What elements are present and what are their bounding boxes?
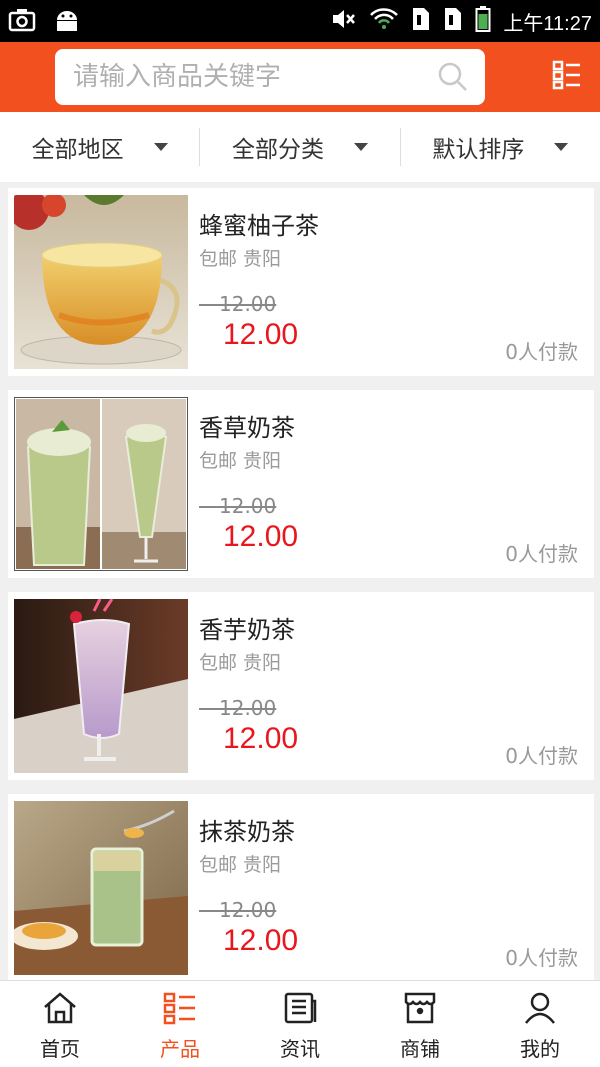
product-image[interactable] (14, 195, 188, 369)
product-card[interactable]: 香草奶茶 包邮 贵阳 —12.00 12.00 0人付款 (8, 390, 594, 578)
news-icon (282, 991, 318, 1029)
product-old-price: —12.00 (199, 494, 277, 518)
store-icon (402, 991, 438, 1029)
product-sold-count: 0人付款 (505, 340, 578, 364)
battery-icon (475, 6, 491, 36)
dropdown-arrow-icon (153, 143, 168, 151)
product-image[interactable] (14, 801, 188, 975)
wifi-icon (369, 7, 399, 35)
filter-bar: 全部地区 全部分类 默认排序 (0, 112, 600, 182)
product-old-price: —12.00 (199, 292, 277, 316)
filter-sort[interactable]: 默认排序 (399, 128, 600, 166)
nav-products[interactable]: 产品 (120, 981, 240, 1067)
screenshot-icon (8, 8, 36, 36)
sim1-icon (411, 6, 431, 36)
sim2-icon (443, 6, 463, 36)
filter-category-label: 全部分类 (231, 137, 324, 163)
product-card[interactable]: 蜂蜜柚子茶 包邮 贵阳 —12.00 12.00 0人付款 (8, 188, 594, 376)
nav-me[interactable]: 我的 (480, 981, 600, 1067)
android-icon (54, 8, 80, 36)
product-price: 12.00 (223, 924, 299, 957)
product-list-icon (162, 991, 198, 1029)
product-shipping: 包邮 贵阳 (199, 450, 282, 472)
product-shipping: 包邮 贵阳 (199, 854, 282, 876)
bottom-nav: 首页 产品 资讯 商铺 我的 (0, 980, 600, 1067)
status-bar: 上午11:27 (0, 0, 600, 42)
filter-sort-label: 默认排序 (432, 137, 525, 163)
category-menu-icon[interactable] (552, 60, 582, 94)
product-title[interactable]: 蜂蜜柚子茶 (199, 206, 319, 241)
product-list: 蜂蜜柚子茶 包邮 贵阳 —12.00 12.00 0人付款 香草奶茶 包邮 贵阳… (8, 188, 594, 996)
product-price: 12.00 (223, 520, 299, 553)
mute-icon (331, 7, 357, 35)
product-title[interactable]: 香草奶茶 (199, 408, 295, 443)
nav-store-label: 商铺 (400, 1037, 440, 1061)
home-icon (42, 991, 78, 1029)
nav-me-label: 我的 (520, 1037, 560, 1061)
nav-news[interactable]: 资讯 (240, 981, 360, 1067)
nav-products-label: 产品 (160, 1037, 200, 1061)
status-time: 上午11:27 (503, 12, 592, 35)
product-image[interactable] (14, 599, 188, 773)
filter-category[interactable]: 全部分类 (199, 128, 399, 166)
product-sold-count: 0人付款 (505, 542, 578, 566)
product-old-price: —12.00 (199, 898, 277, 922)
product-sold-count: 0人付款 (505, 744, 578, 768)
filter-region-label: 全部地区 (31, 137, 124, 163)
nav-news-label: 资讯 (280, 1037, 320, 1061)
search-input[interactable] (73, 49, 413, 105)
product-title[interactable]: 香芋奶茶 (199, 610, 295, 645)
nav-store[interactable]: 商铺 (360, 981, 480, 1067)
filter-region[interactable]: 全部地区 (0, 128, 199, 166)
search-icon[interactable] (437, 61, 469, 97)
search-box[interactable] (55, 49, 485, 105)
product-shipping: 包邮 贵阳 (199, 248, 282, 270)
product-title[interactable]: 抹茶奶茶 (199, 812, 295, 847)
product-sold-count: 0人付款 (505, 946, 578, 970)
nav-home-label: 首页 (40, 1037, 80, 1061)
product-price: 12.00 (223, 722, 299, 755)
product-card[interactable]: 香芋奶茶 包邮 贵阳 —12.00 12.00 0人付款 (8, 592, 594, 780)
product-old-price: —12.00 (199, 696, 277, 720)
dropdown-arrow-icon (554, 143, 569, 151)
product-card[interactable]: 抹茶奶茶 包邮 贵阳 —12.00 12.00 0人付款 (8, 794, 594, 982)
dropdown-arrow-icon (353, 143, 368, 151)
user-icon (522, 991, 558, 1029)
product-shipping: 包邮 贵阳 (199, 652, 282, 674)
product-image[interactable] (14, 397, 188, 571)
header (0, 42, 600, 112)
nav-home[interactable]: 首页 (0, 981, 120, 1067)
product-price: 12.00 (223, 318, 299, 351)
